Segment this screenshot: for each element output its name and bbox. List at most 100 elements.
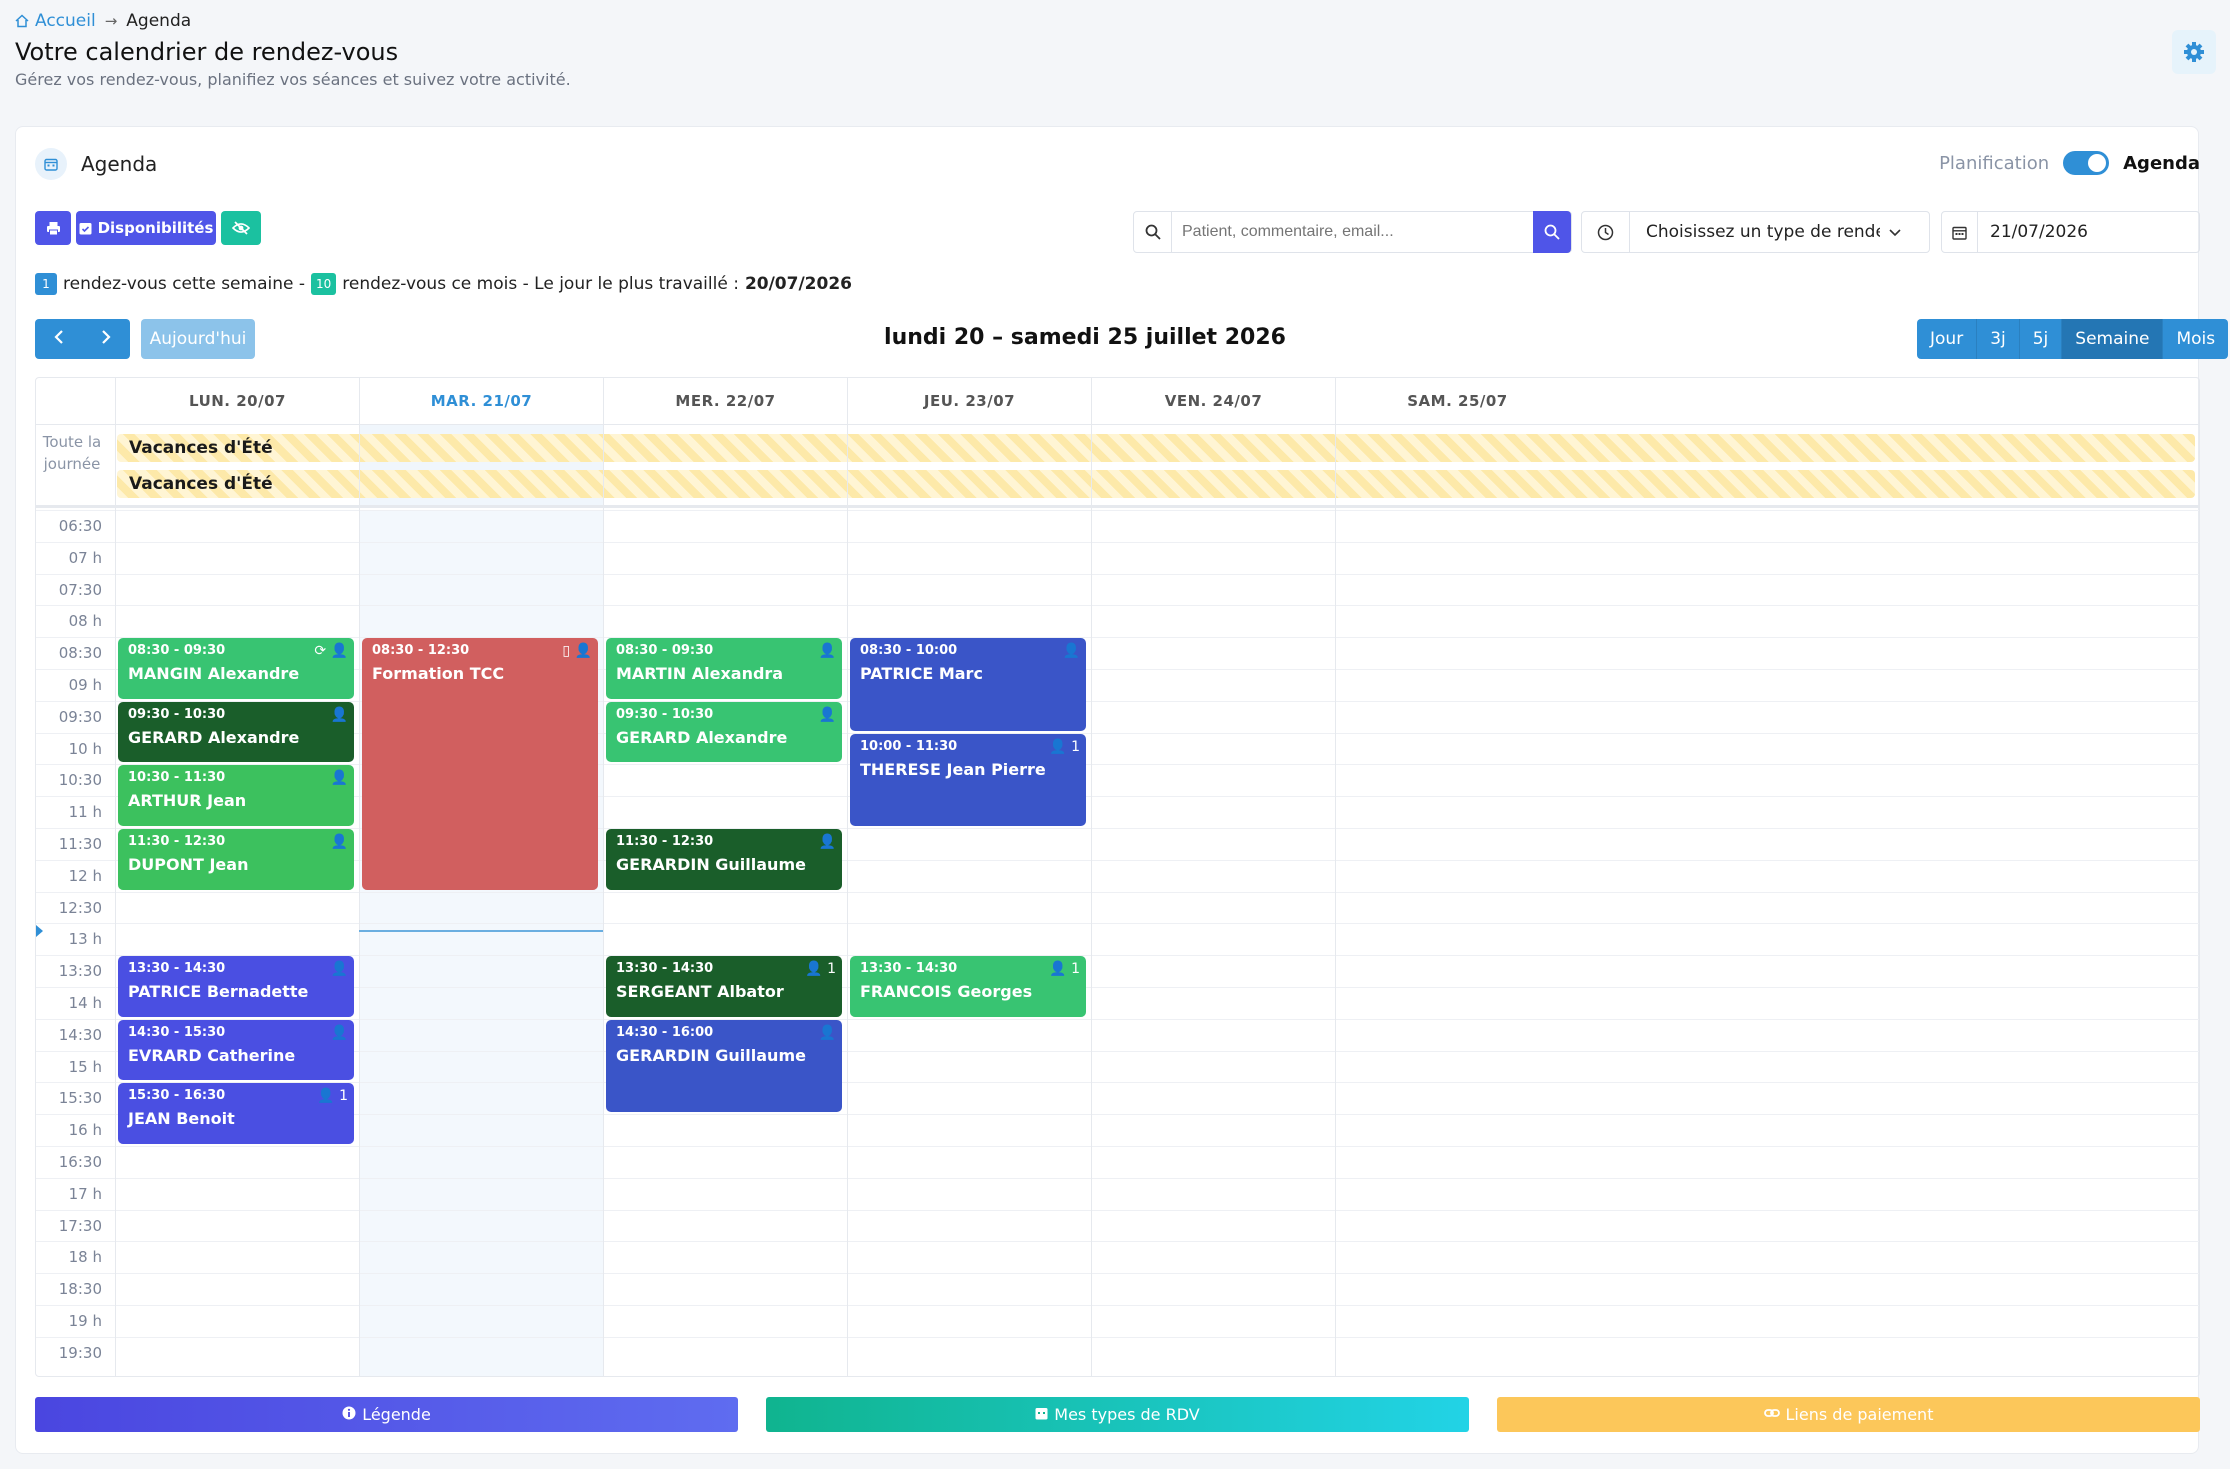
chevron-left-icon	[54, 330, 63, 344]
event-time: 14:30 - 16:00	[616, 1024, 714, 1040]
info-icon	[342, 1405, 356, 1424]
event-name: DUPONT Jean	[128, 855, 249, 874]
column-line	[847, 424, 848, 1376]
week-count-text: rendez-vous cette semaine -	[63, 274, 305, 294]
my-types-button[interactable]: Mes types de RDV	[766, 1397, 1469, 1432]
time-label: 19:30	[58, 1343, 102, 1362]
day-header[interactable]: JEU. 23/07	[847, 378, 1091, 424]
event-name: Formation TCC	[372, 664, 505, 684]
grid-line	[36, 764, 2199, 766]
prev-button[interactable]	[53, 329, 65, 349]
event-name: GERARDIN Guillaume	[616, 855, 806, 874]
grid-line	[36, 1336, 2199, 1338]
time-label: 08:30	[58, 644, 102, 663]
time-label: 11 h	[68, 803, 102, 822]
my-types-label: Mes types de RDV	[1054, 1405, 1200, 1424]
appointment-event[interactable]: 10:30 - 11:30 ARTHUR Jean 👤	[118, 765, 354, 826]
event-time: 11:30 - 12:30	[128, 834, 226, 849]
column-line	[1335, 424, 1336, 1376]
calendar-grid: Toute la journée Vacances d'Été Vacances…	[35, 377, 2200, 1377]
toggle-label-agenda[interactable]: Agenda	[2123, 153, 2200, 174]
event-icons: 👤	[330, 834, 348, 850]
week-count-badge: 1	[35, 273, 57, 295]
appointment-type-select[interactable]: Choisissez un type de rendez-vous	[1581, 211, 1930, 253]
view-day-button[interactable]: Jour	[1917, 319, 1978, 359]
mode-switch[interactable]	[2063, 151, 2110, 175]
grid-line	[36, 605, 2199, 607]
time-label: 09 h	[68, 676, 102, 694]
availability-label: Disponibilités	[97, 219, 214, 237]
appointment-event[interactable]: 11:30 - 12:30 GERARDIN Guillaume 👤	[606, 829, 842, 890]
grid-line	[36, 1114, 2199, 1116]
event-time: 13:30 - 14:30	[616, 961, 714, 977]
day-header[interactable]: MER. 22/07	[603, 378, 847, 424]
print-button[interactable]	[35, 211, 71, 245]
event-name: PATRICE Bernadette	[128, 982, 309, 1002]
toggle-label-planning[interactable]: Planification	[1939, 153, 2049, 174]
event-name: GERARDIN Guillaume	[616, 1045, 806, 1065]
event-icons: 👤	[330, 961, 348, 978]
grid-line	[36, 700, 2199, 702]
appointment-event[interactable]: 11:30 - 12:30 DUPONT Jean 👤	[118, 829, 354, 890]
grid-line	[36, 541, 2199, 543]
grid-line	[36, 1050, 2199, 1052]
arrow-right-icon: →	[104, 12, 118, 30]
time-label: 19 h	[68, 1312, 102, 1330]
today-button[interactable]: Aujourd'hui	[141, 319, 255, 359]
day-header[interactable]: LUN. 20/07	[115, 378, 359, 424]
view-3days-button[interactable]: 3j	[1977, 319, 2020, 359]
next-button[interactable]	[100, 329, 112, 349]
view-month-button[interactable]: Mois	[2163, 319, 2229, 359]
appointment-event[interactable]: 13:30 - 14:30 FRANCOIS Georges 👤 1	[850, 956, 1086, 1017]
appointment-event[interactable]: 08:30 - 10:00 PATRICE Marc 👤	[850, 638, 1086, 731]
grid-line	[36, 923, 2199, 925]
calendar-check-icon	[79, 223, 92, 235]
event-time: 14:30 - 15:30	[128, 1024, 226, 1040]
appointment-event[interactable]: 09:30 - 10:30 GERARD Alexandre 👤	[118, 701, 354, 763]
allday-row: Toute la journée Vacances d'Été Vacances…	[36, 424, 2199, 508]
time-label: 10 h	[68, 739, 102, 758]
time-label: 17:30	[58, 1216, 102, 1235]
view-5days-button[interactable]: 5j	[2019, 319, 2063, 359]
clock-icon	[1582, 212, 1630, 252]
view-switcher: Jour 3j 5j Semaine Mois	[1917, 319, 2229, 359]
allday-event[interactable]: Vacances d'Été	[117, 434, 2195, 462]
event-icons: 👤 1	[317, 1088, 348, 1105]
appointment-event[interactable]: 14:30 - 16:00 GERARDIN Guillaume 👤	[606, 1019, 842, 1113]
settings-button[interactable]	[2172, 30, 2216, 74]
search-submit-button[interactable]	[1533, 211, 1571, 253]
appointment-event[interactable]: 13:30 - 14:30 SERGEANT Albator 👤 1	[606, 956, 842, 1017]
appointment-event[interactable]: 14:30 - 15:30 EVRARD Catherine 👤	[118, 1019, 354, 1081]
appointment-event[interactable]: 10:00 - 11:30 THERESE Jean Pierre 👤 1	[850, 733, 1086, 826]
availability-button[interactable]: Disponibilités	[76, 211, 216, 245]
calendar-icon	[1942, 212, 1978, 252]
agenda-title: Agenda	[81, 152, 158, 176]
search-input[interactable]	[1172, 223, 1533, 241]
search-icon	[1134, 212, 1172, 252]
breadcrumb-home-link[interactable]: Accueil	[15, 11, 96, 31]
date-field[interactable]: 21/07/2026	[1941, 211, 2200, 253]
view-week-button[interactable]: Semaine	[2062, 319, 2164, 359]
legend-button[interactable]: Légende	[35, 1397, 738, 1432]
day-header[interactable]: VEN. 24/07	[1091, 378, 1335, 424]
grid-line	[36, 1209, 2199, 1211]
hide-button[interactable]	[221, 211, 261, 245]
event-icons: 👤	[1062, 643, 1080, 660]
appointment-event[interactable]: 09:30 - 10:30 GERARD Alexandre 👤	[606, 701, 842, 763]
appointment-event[interactable]: 08:30 - 12:30 Formation TCC ▯ 👤	[362, 638, 598, 890]
grid-line	[36, 637, 2199, 639]
day-header[interactable]: MAR. 21/07	[359, 378, 603, 424]
day-header[interactable]: SAM. 25/07	[1335, 378, 1579, 424]
gear-icon	[2184, 42, 2204, 62]
payment-links-button[interactable]: Liens de paiement	[1497, 1397, 2200, 1432]
allday-event[interactable]: Vacances d'Été	[117, 470, 2195, 498]
date-range-title: lundi 20 – samedi 25 juillet 2026	[884, 325, 1286, 350]
appointment-event[interactable]: 13:30 - 14:30 PATRICE Bernadette 👤	[118, 956, 354, 1017]
grid-line	[36, 987, 2199, 988]
time-label: 07 h	[68, 548, 102, 567]
appointment-event[interactable]: 08:30 - 09:30 MARTIN Alexandra 👤	[606, 638, 842, 699]
event-name: ARTHUR Jean	[128, 791, 247, 811]
appointment-event[interactable]: 08:30 - 09:30 MANGIN Alexandre ⟳ 👤	[118, 638, 354, 699]
now-marker-icon	[36, 925, 43, 938]
appointment-event[interactable]: 15:30 - 16:30 JEAN Benoit 👤 1	[118, 1083, 354, 1144]
